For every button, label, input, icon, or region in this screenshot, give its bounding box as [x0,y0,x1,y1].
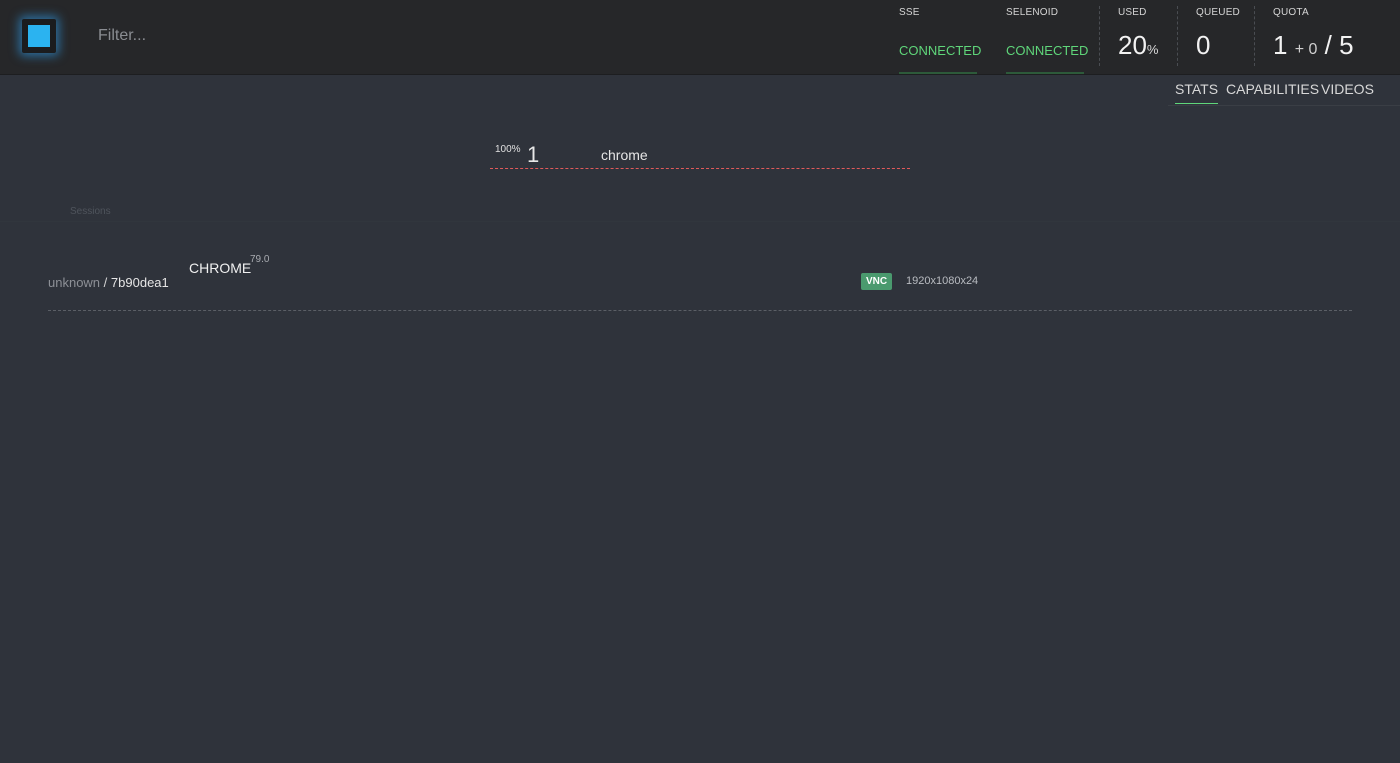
browser-usage-chrome: 100% 1 chrome [490,140,910,170]
usage-bar [490,168,910,169]
session-owner: unknown / 7b90dea1 [48,275,169,290]
session-browser: CHROME [189,260,252,276]
tab-stats[interactable]: STATS [1175,81,1219,104]
sessions-separator [0,221,1400,222]
usage-browser-name: chrome [601,147,648,163]
quota-label: QUOTA [1273,7,1309,18]
usage-count: 1 [527,142,540,167]
selenoid-label: SELENOID [1006,7,1059,18]
used-label: USED [1118,7,1147,18]
top-bar: SSE CONNECTED SELENOID CONNECTED USED 20… [0,0,1400,75]
used-unit: % [1146,42,1159,57]
selenoid-logo[interactable] [22,19,56,53]
session-browser-version: 79.0 [250,254,270,265]
filter-input[interactable] [96,22,700,50]
header-divider [1099,6,1100,66]
tab-capabilities[interactable]: CAPABILITIES [1226,81,1319,103]
tab-videos[interactable]: VIDEOS [1321,81,1374,103]
selenoid-connection-value: CONNECTED [1006,43,1089,58]
queued-label: QUEUED [1196,7,1240,18]
session-resolution: 1920x1080x24 [906,275,979,287]
usage-percent: 100% [495,144,521,155]
logo-square-icon [28,25,50,47]
selenoid-status-bar [1006,72,1084,74]
tabs-underline [1168,105,1400,106]
session-id: 7b90dea1 [110,275,169,290]
session-row-divider [48,310,1352,311]
quota-total: / 5 [1324,30,1354,60]
sse-status-bar [899,72,977,74]
queued-value: 0 [1196,30,1211,60]
quota-value: 1 + 0 / 5 [1273,30,1354,61]
session-row[interactable]: unknown / 7b90dea1 CHROME 79.0 VNC 1920x… [48,250,1352,312]
vnc-badge[interactable]: VNC [861,273,892,290]
session-separator: / [103,275,108,290]
used-value: 20% [1118,30,1158,61]
sse-connection-value: CONNECTED [899,43,982,58]
quota-used: 1 [1273,30,1288,60]
session-user: unknown [48,275,101,290]
sessions-heading: Sessions [70,206,111,217]
header-divider [1177,6,1178,66]
used-number: 20 [1118,30,1147,60]
quota-pending: + 0 [1294,41,1318,58]
sse-label: SSE [899,7,920,18]
header-divider [1254,6,1255,66]
